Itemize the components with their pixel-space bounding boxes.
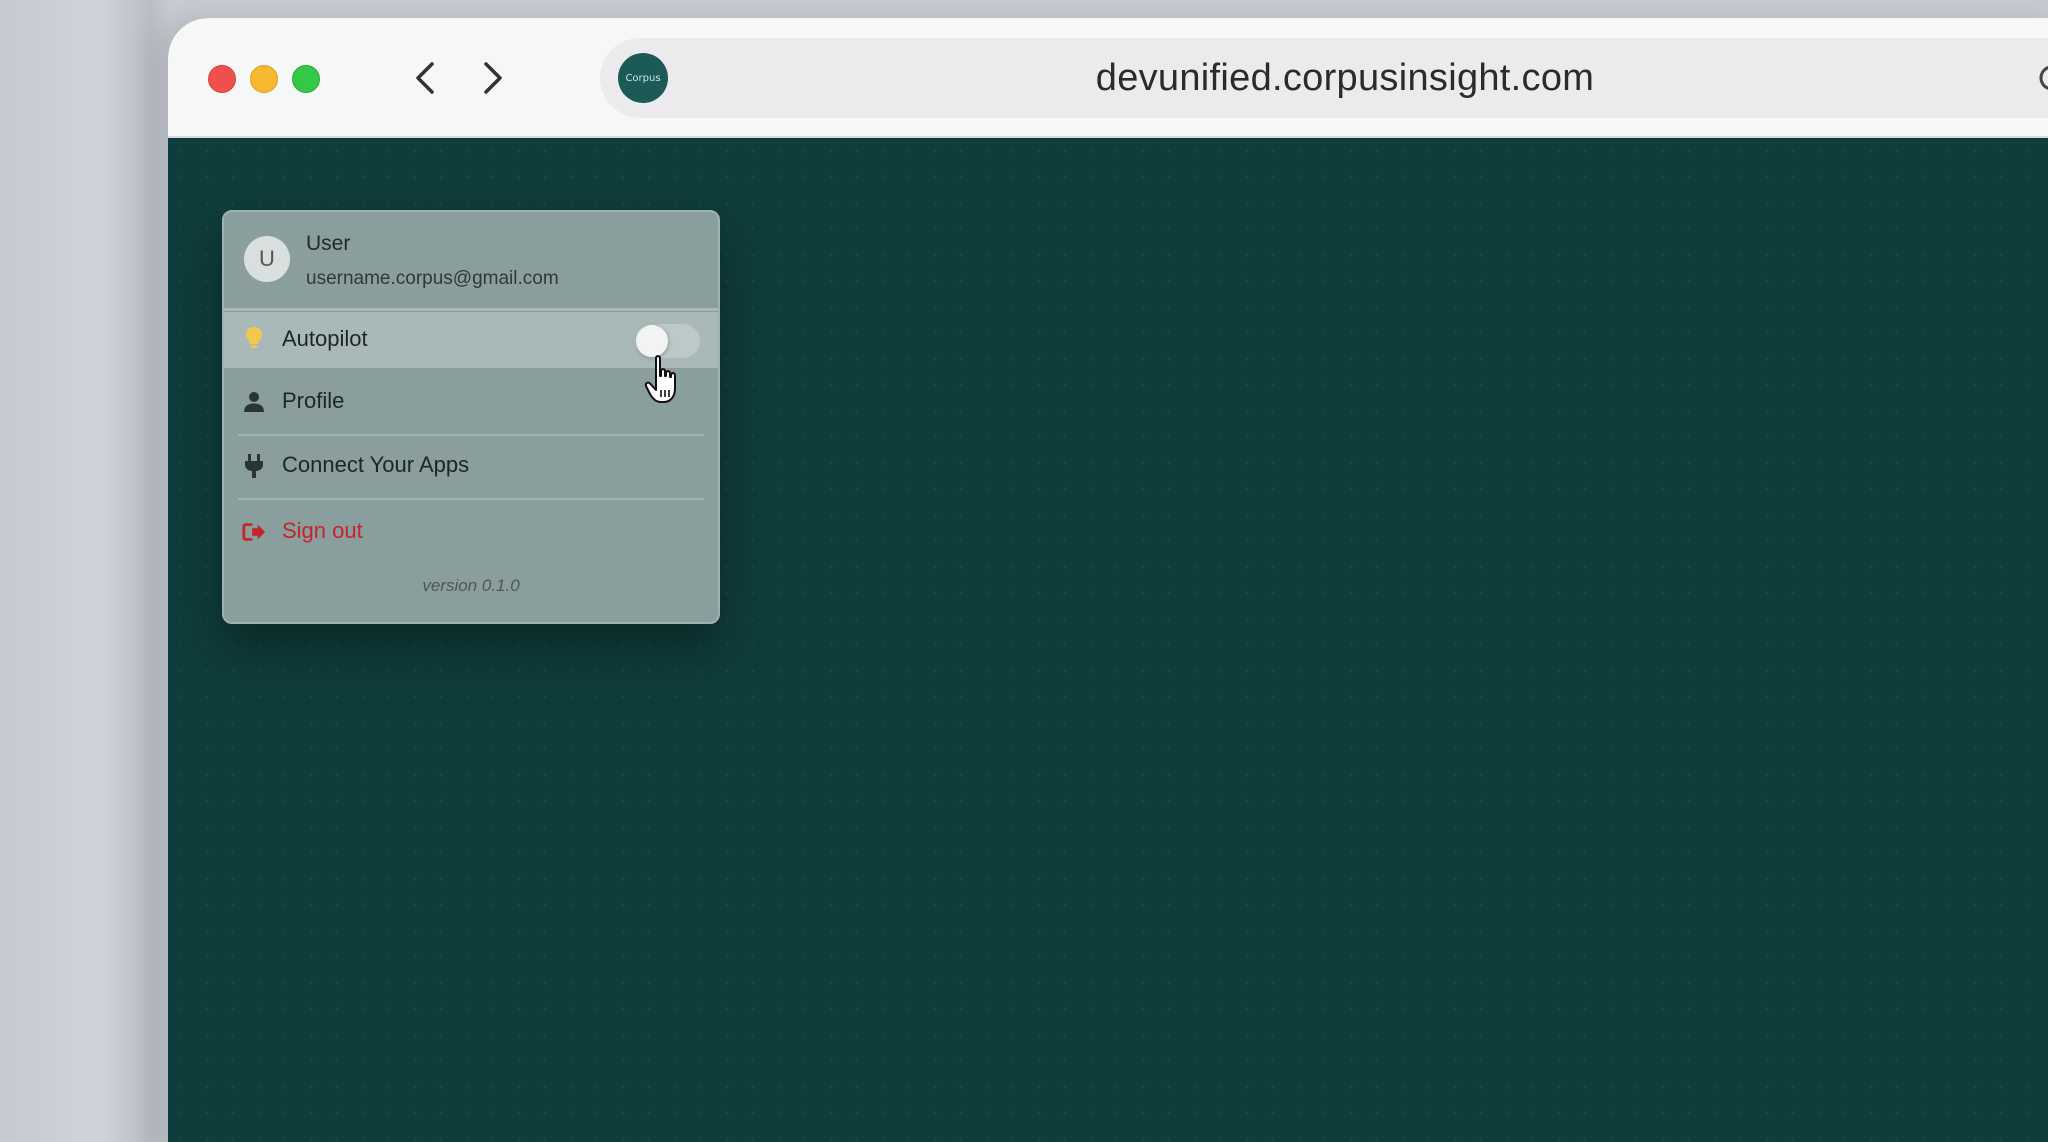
- sign-out-icon: [242, 520, 266, 544]
- lightbulb-icon: [242, 326, 266, 350]
- sign-out-label: Sign out: [282, 518, 363, 543]
- autopilot-toggle[interactable]: [634, 324, 700, 358]
- hand-cursor-icon: [644, 355, 676, 403]
- maximize-window-button[interactable]: [292, 65, 320, 93]
- browser-window: Corpus devunified.corpusinsight.com U Us…: [168, 18, 2048, 1142]
- avatar: U: [244, 236, 290, 282]
- connect-apps-label: Connect Your Apps: [282, 452, 470, 477]
- reload-icon: [2039, 66, 2048, 90]
- chevron-left-icon: [416, 62, 434, 94]
- person-icon: [242, 390, 266, 414]
- toggle-knob: [636, 325, 668, 357]
- profile-label: Profile: [282, 388, 345, 413]
- user-email: username.corpus@gmail.com: [306, 268, 559, 289]
- forward-button[interactable]: [472, 58, 512, 98]
- app-content: U User username.corpus@gmail.com Autopil…: [168, 138, 2048, 1142]
- address-bar[interactable]: Corpus devunified.corpusinsight.com: [600, 38, 2048, 118]
- reload-button[interactable]: [2032, 58, 2048, 98]
- menu-item-sign-out[interactable]: Sign out: [224, 502, 718, 562]
- version-text: version 0.1.0: [422, 576, 520, 595]
- user-name: User: [306, 232, 351, 255]
- plug-icon: [242, 454, 266, 478]
- menu-divider: [238, 498, 704, 500]
- user-info-header: U User username.corpus@gmail.com: [224, 212, 718, 311]
- autopilot-label: Autopilot: [282, 326, 368, 351]
- back-button[interactable]: [406, 58, 446, 98]
- url-text[interactable]: devunified.corpusinsight.com: [600, 38, 2048, 118]
- close-window-button[interactable]: [208, 65, 236, 93]
- user-menu-dropdown: U User username.corpus@gmail.com Autopil…: [222, 210, 720, 624]
- browser-titlebar: Corpus devunified.corpusinsight.com: [168, 18, 2048, 138]
- chevron-right-icon: [484, 62, 502, 94]
- menu-item-connect-apps[interactable]: Connect Your Apps: [224, 436, 718, 496]
- minimize-window-button[interactable]: [250, 65, 278, 93]
